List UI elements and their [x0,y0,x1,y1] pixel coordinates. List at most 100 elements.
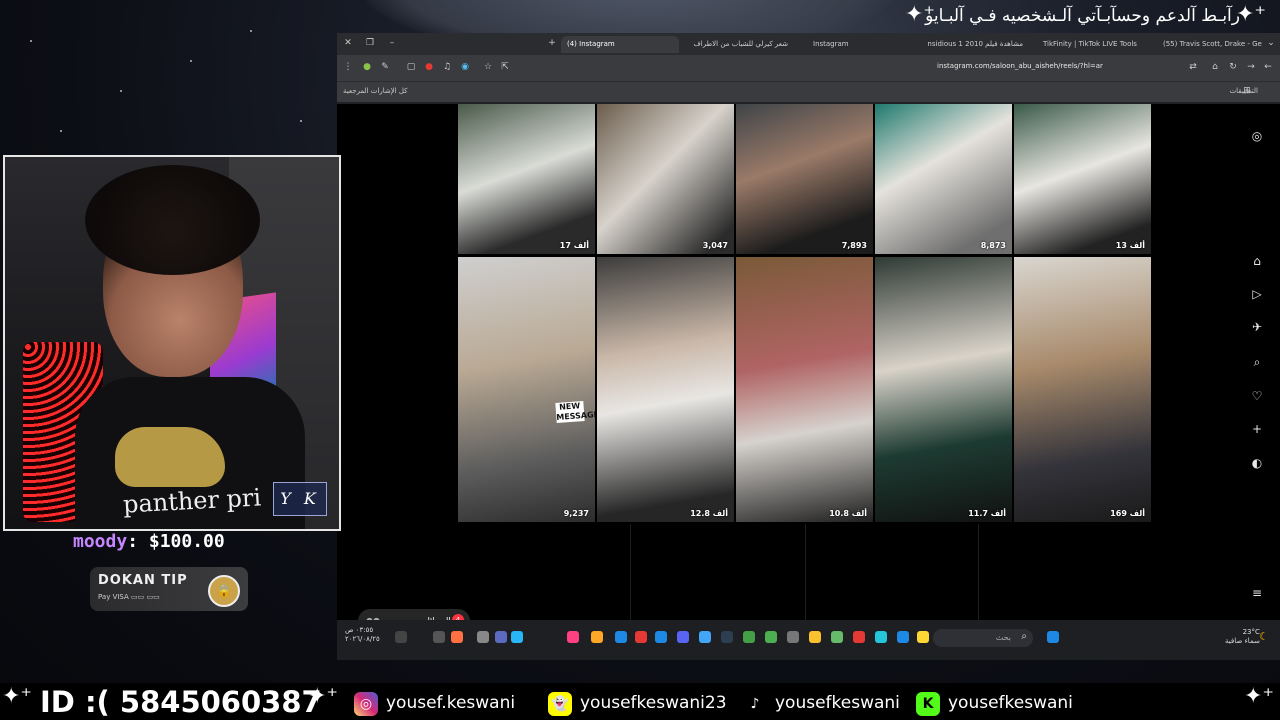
sparkle-icon: ✦⁺ [1244,684,1275,709]
app-icon[interactable] [567,631,579,643]
address-bar[interactable]: instagram.com/saloon_abu_aisheh/reels/?h… [937,62,1103,70]
extension-icon[interactable]: ✎ [379,61,391,73]
app-icon[interactable] [853,631,865,643]
reel-view-count: 12.8 ألف [690,509,728,518]
share-icon[interactable]: ⇱ [499,61,511,73]
whatsapp-icon[interactable] [743,631,755,643]
new-tab-icon[interactable]: + [546,37,558,49]
tray-icon[interactable] [451,631,463,643]
weather-widget[interactable]: 23°C سماء صافية [1225,628,1260,646]
tab-tikfinity[interactable]: TikFinity | TikTok LIVE Tools [1037,36,1139,53]
tab-instagram[interactable]: Instagram [807,36,919,53]
app-icon[interactable] [635,631,647,643]
tune-icon[interactable]: ⇄ [1187,61,1199,73]
edge-icon[interactable] [897,631,909,643]
reel-view-count: 10.8 ألف [829,509,867,518]
snapchat-handle: yousefkeswani23 [580,693,727,713]
chrome-icon[interactable] [765,631,777,643]
tab-curly-hair[interactable]: شعر كيرلي للشباب من الاطراف [682,36,794,53]
webcam-hair [85,165,260,275]
reel-thumbnail[interactable]: 12.8 ألف [597,257,734,522]
tray-icon[interactable] [495,631,507,643]
reel-view-count: 8,873 [980,241,1006,250]
tray-icon[interactable] [511,631,523,643]
tab-instagram-active[interactable]: (4) Instagram [561,36,679,53]
app-icon[interactable] [831,631,843,643]
back-icon[interactable]: ← [1262,61,1274,73]
reel-thumbnail[interactable]: 13 ألف [1014,104,1151,254]
webcam-shirt-panther [115,427,225,487]
kick-icon: K [916,692,940,716]
moon-weather-icon: ☾ [1259,630,1269,643]
home-icon[interactable]: ⌂ [1250,254,1264,268]
menu-dots-icon[interactable]: ⋮ [342,61,354,73]
search-icon[interactable]: ⌕ [1250,355,1264,369]
more-menu-icon[interactable]: ≡ [1250,586,1264,600]
home-icon[interactable]: ⌂ [1209,61,1221,73]
profile-avatar-icon[interactable]: ◐ [1250,456,1264,470]
restore-window-icon[interactable]: ❐ [364,37,376,49]
close-window-icon[interactable]: ✕ [342,37,354,49]
minimize-window-icon[interactable]: – [386,37,398,49]
kick-handle: yousefkeswani [948,693,1073,713]
direct-icon[interactable]: ✈ [1250,320,1264,334]
windows-start-icon[interactable] [1047,631,1059,643]
app-icon[interactable] [787,631,799,643]
social-tiktok: ♪ yousefkeswani [743,692,903,716]
forward-icon[interactable]: → [1245,61,1257,73]
file-explorer-icon[interactable] [917,631,929,643]
tray-icon[interactable] [433,631,445,643]
clock-date: ٢٠٢٦/٠٨/٢٥ [345,635,380,643]
profile-icon[interactable]: ● [361,61,373,73]
reload-icon[interactable]: ↻ [1227,61,1239,73]
reel-view-count: 9,237 [563,509,589,518]
snapchat-icon: 👻 [548,692,572,716]
lock-badge-icon: 🔒 [208,575,240,607]
tray-icon[interactable] [395,631,407,643]
tray-icon[interactable] [477,631,489,643]
bookmark-star-icon[interactable]: ☆ [482,61,494,73]
reel-view-count: 3,047 [702,241,728,250]
app-icon[interactable] [809,631,821,643]
reel-thumbnail[interactable]: NEW MESSAGE 9,237 [458,257,595,522]
app-icon[interactable] [655,631,667,643]
search-icon: ⌕ [1021,631,1027,642]
taskbar-search[interactable]: بحث ⌕ [933,629,1033,647]
apps-grid-icon[interactable]: ⊞ [1241,85,1253,97]
donation-alert: moody: $100.00 [73,531,225,552]
tab-insidious[interactable]: مشاهدة فيلم 2010 Insidious 1 [927,36,1029,53]
music-icon[interactable]: ♫ [441,61,453,73]
reel-thumbnail[interactable]: 11.7 ألف [875,257,1012,522]
app-icon[interactable] [615,631,627,643]
dokan-tip-widget: DOKAN TIP Pay VISA ▭▭ ▭▭ 🔒 [90,567,248,611]
app-icon[interactable] [699,631,711,643]
steam-icon[interactable] [721,631,733,643]
clock[interactable]: ٠٣:٥٥ ص ٢٠٢٦/٠٨/٢٥ [345,626,380,644]
notifications-heart-icon[interactable]: ♡ [1250,389,1264,403]
weather-temp: 23°C [1242,628,1260,636]
reel-thumbnail[interactable]: 7,893 [736,104,873,254]
bookmarks-bar: كل الإشارات المرجعية التطبيقات ⊞ [337,81,1280,102]
reel-view-count: 11.7 ألف [968,509,1006,518]
record-icon[interactable]: ● [423,61,435,73]
reel-thumbnail[interactable]: 8,873 [875,104,1012,254]
reel-thumbnail[interactable]: 3,047 [597,104,734,254]
tab-youtube[interactable]: (55) Travis Scott, Drake - Ge [1157,36,1264,53]
reel-thumbnail[interactable]: 10.8 ألف [736,257,873,522]
instagram-icon: ◎ [354,692,378,716]
all-bookmarks[interactable]: كل الإشارات المرجعية [343,87,408,95]
clipboard-icon[interactable]: ▢ [405,61,417,73]
instagram-logo-icon[interactable]: ◎ [1250,129,1264,143]
app-icon[interactable] [591,631,603,643]
reels-icon[interactable]: ▷ [1250,287,1264,301]
tab-list-chevron-icon[interactable]: ⌄ [1265,37,1277,49]
instagram-nav: ◎ ⌂ ▷ ✈ ⌕ ♡ + ◐ ≡ ⁂ [1242,104,1272,660]
discord-icon[interactable] [677,631,689,643]
reel-thumbnail[interactable]: 17 ألف [458,104,595,254]
app-icon[interactable] [875,631,887,643]
instagram-page: 17 ألف 3,047 7,893 8,873 13 ألف NEW MESS… [337,104,1280,660]
reel-thumbnail[interactable]: 169 ألف [1014,257,1151,522]
tab-bar: ✕ ❐ – + (4) Instagram شعر كيرلي للشباب م… [337,33,1280,55]
create-plus-icon[interactable]: + [1250,422,1264,436]
audio-icon[interactable]: ◉ [459,61,471,73]
